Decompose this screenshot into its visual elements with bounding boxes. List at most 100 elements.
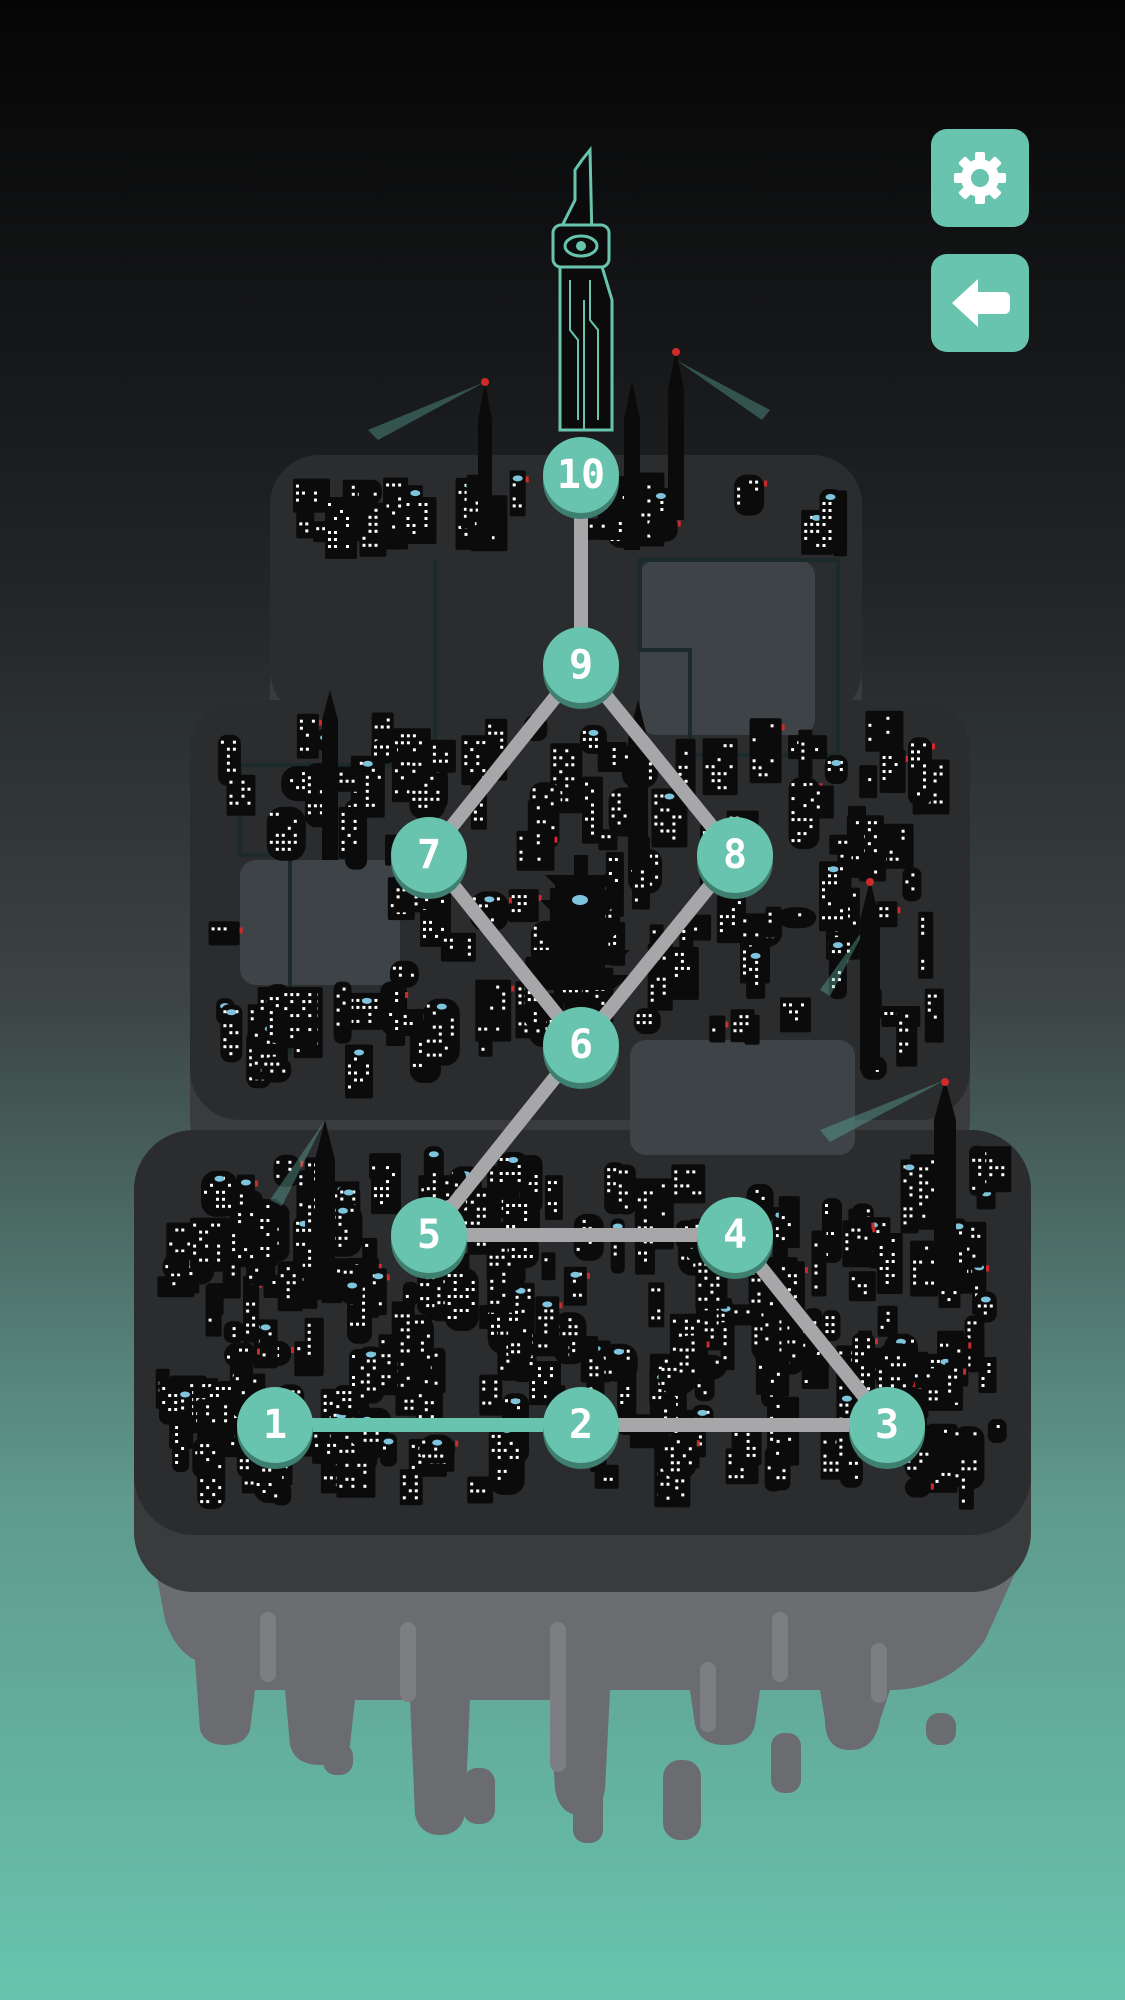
building-window [262, 1490, 266, 1493]
building-window [789, 1003, 792, 1007]
building-window [855, 1352, 858, 1356]
building-window [505, 1399, 508, 1403]
building-window [657, 1309, 661, 1313]
building-window [909, 1214, 913, 1218]
building-window [193, 1244, 197, 1248]
building-window [444, 752, 448, 756]
level-node-4[interactable]: 4 [697, 1197, 773, 1279]
building [731, 1426, 762, 1465]
level-node-6[interactable]: 6 [543, 1007, 619, 1089]
building-window [648, 769, 652, 773]
building-window [608, 872, 612, 875]
eye-sign-icon [828, 866, 839, 873]
building-window [839, 768, 843, 771]
building-window [757, 1278, 761, 1282]
building-window [307, 1323, 311, 1327]
level-node-1[interactable]: 1 [237, 1387, 313, 1469]
building-window [589, 524, 593, 528]
level-node-3[interactable]: 3 [849, 1387, 925, 1469]
building-window [308, 1163, 312, 1167]
building-window [591, 810, 594, 814]
building-window [667, 1367, 671, 1371]
building-window [674, 966, 678, 970]
building-window [939, 765, 943, 769]
building-window [501, 1248, 505, 1252]
building [197, 1438, 226, 1510]
building-window [948, 1375, 952, 1379]
building-window [532, 1388, 535, 1392]
building-window [260, 1054, 264, 1058]
building-window [973, 1321, 977, 1325]
building-window [855, 856, 859, 860]
building-window [565, 798, 569, 802]
building-window [746, 1446, 750, 1450]
building-window [903, 1221, 907, 1225]
building [341, 1277, 363, 1305]
building-window [919, 1260, 923, 1264]
building-window [565, 784, 569, 788]
building-window [467, 945, 471, 949]
building-window [931, 1260, 935, 1264]
level-node-2[interactable]: 2 [543, 1387, 619, 1469]
building-window [614, 879, 618, 882]
building-window [226, 761, 230, 765]
building-window [672, 836, 676, 840]
building-window [345, 1435, 349, 1439]
level-node-8[interactable]: 8 [697, 817, 773, 899]
settings-button[interactable] [931, 129, 1029, 227]
building-window [193, 1251, 197, 1255]
building-window [905, 1014, 909, 1018]
building-window [562, 1332, 566, 1336]
building-window [374, 508, 378, 512]
building-window [553, 1209, 557, 1213]
building-window [959, 1231, 962, 1235]
building-window [654, 794, 658, 798]
building-window [971, 1227, 975, 1231]
level-node-7[interactable]: 7 [391, 817, 467, 899]
building-window [828, 874, 831, 878]
level-node-5[interactable]: 5 [391, 1197, 467, 1279]
building-window [680, 1184, 684, 1188]
building-window [395, 1020, 399, 1023]
building-window [328, 503, 331, 506]
building-window [482, 741, 486, 745]
building-window [848, 1461, 852, 1465]
building-window [496, 1300, 500, 1304]
building-window [755, 487, 759, 491]
building-window [882, 777, 886, 780]
building-window [781, 1237, 785, 1241]
building-window [831, 1316, 835, 1320]
building-window [464, 532, 468, 536]
building-window [660, 508, 664, 511]
building-window [418, 1415, 422, 1419]
building-window [223, 1010, 227, 1014]
building-window [919, 1167, 923, 1171]
building-window [476, 1221, 480, 1225]
building-window [823, 1461, 827, 1465]
building-window [400, 1349, 404, 1353]
building-window [825, 1316, 829, 1320]
eye-sign-icon [365, 1351, 376, 1358]
building-window [229, 1031, 233, 1035]
building-window [618, 1184, 622, 1188]
building-window [509, 1455, 513, 1459]
building-window [348, 1398, 352, 1402]
building-window [392, 525, 396, 529]
building-window [386, 752, 389, 756]
building-window [867, 828, 871, 832]
building-window [618, 1170, 622, 1174]
back-button[interactable] [931, 254, 1029, 352]
level-node-9[interactable]: 9 [543, 627, 619, 709]
building-window [717, 786, 721, 790]
building-window [704, 1276, 708, 1280]
building-window [447, 1302, 451, 1305]
building-window [981, 1384, 985, 1387]
level-node-10[interactable]: 10 [543, 437, 619, 519]
building-window [351, 1477, 355, 1481]
building-window [655, 861, 659, 865]
building-window [432, 1053, 436, 1057]
building-window [308, 1249, 312, 1253]
building-window [349, 1270, 353, 1274]
building-window [372, 1387, 376, 1391]
building-window [292, 1274, 296, 1278]
